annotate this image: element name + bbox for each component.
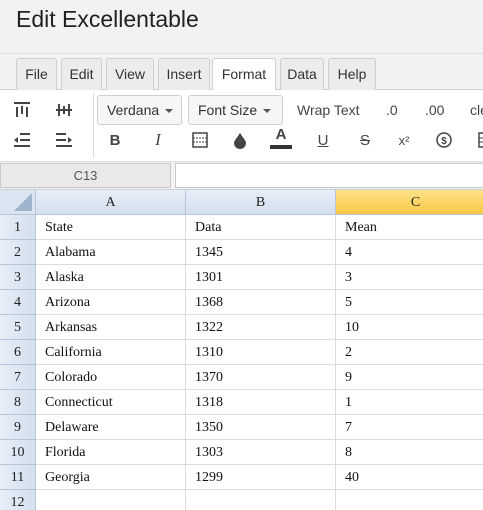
cell-a3[interactable]: Alaska [36, 265, 186, 290]
chevron-down-icon [165, 109, 174, 114]
row-header[interactable]: 4 [0, 290, 36, 315]
cell-b10[interactable]: 1303 [186, 440, 336, 465]
column-header-b[interactable]: B [186, 190, 336, 215]
cell-c5[interactable]: 10 [336, 315, 483, 340]
tab-insert[interactable]: Insert [158, 58, 210, 90]
cell-b4[interactable]: 1368 [186, 290, 336, 315]
font-color-letter: A [275, 126, 287, 143]
tab-view[interactable]: View [106, 58, 154, 90]
spreadsheet-grid: A B C 1 State Data Mean 2 Alabama 1345 4 3 Alaska 130… [0, 190, 483, 510]
font-family-dropdown[interactable]: Verdana [97, 95, 182, 125]
cell-c10[interactable]: 8 [336, 440, 483, 465]
cell-c4[interactable]: 5 [336, 290, 483, 315]
menu-tabs: File Edit View Insert Format Data Help [0, 54, 483, 91]
font-color-button[interactable]: A [269, 126, 293, 150]
cell-b1[interactable]: Data [186, 215, 336, 240]
row-header[interactable]: 3 [0, 265, 36, 290]
formula-bar: C13 [0, 162, 483, 190]
chevron-down-icon [263, 109, 272, 114]
cell-c9[interactable]: 7 [336, 415, 483, 440]
row-header[interactable]: 2 [0, 240, 36, 265]
decrease-decimal-button[interactable]: .0 [386, 95, 398, 125]
cell-b8[interactable]: 1318 [186, 390, 336, 415]
row-header[interactable]: 8 [0, 390, 36, 415]
indent-decrease-icon[interactable] [10, 128, 34, 152]
svg-text:$: $ [441, 136, 447, 147]
cell-c11[interactable]: 40 [336, 465, 483, 490]
formula-input[interactable] [175, 163, 483, 188]
select-all-corner[interactable] [0, 190, 36, 215]
indent-increase-icon[interactable] [52, 128, 76, 152]
more-icon[interactable] [472, 128, 483, 152]
font-size-dropdown[interactable]: Font Size [188, 95, 283, 125]
row-header[interactable]: 10 [0, 440, 36, 465]
column-header-a[interactable]: A [36, 190, 186, 215]
row-header[interactable]: 1 [0, 215, 36, 240]
cell-a6[interactable]: California [36, 340, 186, 365]
align-top-icon[interactable] [10, 98, 34, 122]
strikethrough-button[interactable]: S [353, 128, 377, 152]
cell-b2[interactable]: 1345 [186, 240, 336, 265]
tab-data[interactable]: Data [280, 58, 324, 90]
font-color-bar [270, 145, 292, 149]
cell-b11[interactable]: 1299 [186, 465, 336, 490]
corner-triangle [14, 193, 32, 211]
cell-a11[interactable]: Georgia [36, 465, 186, 490]
cell-a7[interactable]: Colorado [36, 365, 186, 390]
cell-c3[interactable]: 3 [336, 265, 483, 290]
tab-file[interactable]: File [16, 58, 57, 90]
align-middle-icon[interactable] [52, 98, 76, 122]
cell-b9[interactable]: 1350 [186, 415, 336, 440]
cell-c12[interactable] [336, 490, 483, 510]
cell-b7[interactable]: 1370 [186, 365, 336, 390]
cell-a9[interactable]: Delaware [36, 415, 186, 440]
cell-c8[interactable]: 1 [336, 390, 483, 415]
bold-button[interactable]: B [103, 128, 127, 152]
toolbar-separator [93, 94, 94, 158]
app-title: Edit Excellentable [16, 6, 199, 32]
row-header[interactable]: 6 [0, 340, 36, 365]
tab-format[interactable]: Format [212, 58, 276, 91]
cell-a4[interactable]: Arizona [36, 290, 186, 315]
cell-a12[interactable] [36, 490, 186, 510]
row-header[interactable]: 9 [0, 415, 36, 440]
column-header-c[interactable]: C [336, 190, 483, 215]
format-toolbar: Verdana Font Size Wrap Text .0 .00 cle B… [0, 90, 483, 162]
cell-b6[interactable]: 1310 [186, 340, 336, 365]
tab-edit[interactable]: Edit [61, 58, 102, 90]
font-family-label: Verdana [107, 102, 160, 118]
cell-c6[interactable]: 2 [336, 340, 483, 365]
cell-a10[interactable]: Florida [36, 440, 186, 465]
cell-b12[interactable] [186, 490, 336, 510]
borders-icon[interactable] [188, 128, 212, 152]
tab-help[interactable]: Help [328, 58, 376, 90]
wrap-text-button[interactable]: Wrap Text [297, 95, 360, 125]
row-header[interactable]: 5 [0, 315, 36, 340]
row-header[interactable]: 11 [0, 465, 36, 490]
cell-b3[interactable]: 1301 [186, 265, 336, 290]
clear-button[interactable]: cle [470, 95, 483, 125]
cell-reference-box[interactable]: C13 [0, 163, 171, 188]
title-bar: Edit Excellentable [0, 0, 483, 54]
cell-c2[interactable]: 4 [336, 240, 483, 265]
cell-a8[interactable]: Connecticut [36, 390, 186, 415]
cell-a5[interactable]: Arkansas [36, 315, 186, 340]
font-size-label: Font Size [198, 102, 258, 118]
cell-b5[interactable]: 1322 [186, 315, 336, 340]
fill-color-icon[interactable] [228, 128, 252, 152]
row-header[interactable]: 12 [0, 490, 36, 510]
currency-icon[interactable]: $ [432, 128, 456, 152]
cell-c7[interactable]: 9 [336, 365, 483, 390]
row-header[interactable]: 7 [0, 365, 36, 390]
italic-button[interactable]: I [146, 128, 170, 152]
underline-button[interactable]: U [311, 128, 335, 152]
cell-a2[interactable]: Alabama [36, 240, 186, 265]
cell-a1[interactable]: State [36, 215, 186, 240]
increase-decimal-button[interactable]: .00 [425, 95, 444, 125]
superscript-button[interactable]: x² [392, 128, 416, 152]
cell-c1[interactable]: Mean [336, 215, 483, 240]
